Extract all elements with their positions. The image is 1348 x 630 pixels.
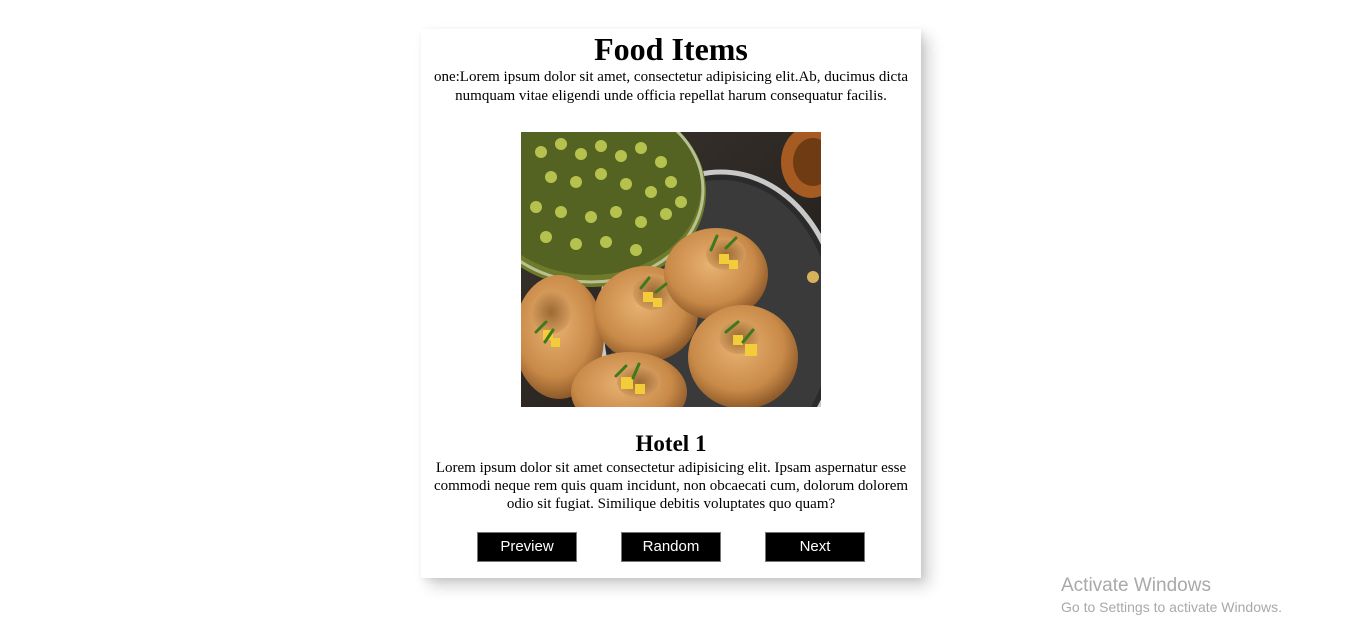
page-title: Food Items — [594, 31, 748, 67]
food-card: Food Items one:Lorem ipsum dolor sit ame… — [421, 29, 921, 578]
watermark-subtitle: Go to Settings to activate Windows. — [1061, 599, 1282, 615]
random-button[interactable]: Random — [621, 532, 721, 562]
food-image — [521, 132, 821, 407]
preview-button[interactable]: Preview — [477, 532, 577, 562]
watermark-title: Activate Windows — [1061, 575, 1211, 596]
activate-windows-watermark: Activate Windows Go to Settings to activ… — [1061, 575, 1282, 617]
intro-text: one:Lorem ipsum dolor sit amet, consecte… — [433, 69, 909, 104]
hotel-description: Lorem ipsum dolor sit amet consectetur a… — [433, 460, 909, 512]
hotel-name: Hotel 1 — [635, 431, 707, 456]
next-button[interactable]: Next — [765, 532, 865, 562]
